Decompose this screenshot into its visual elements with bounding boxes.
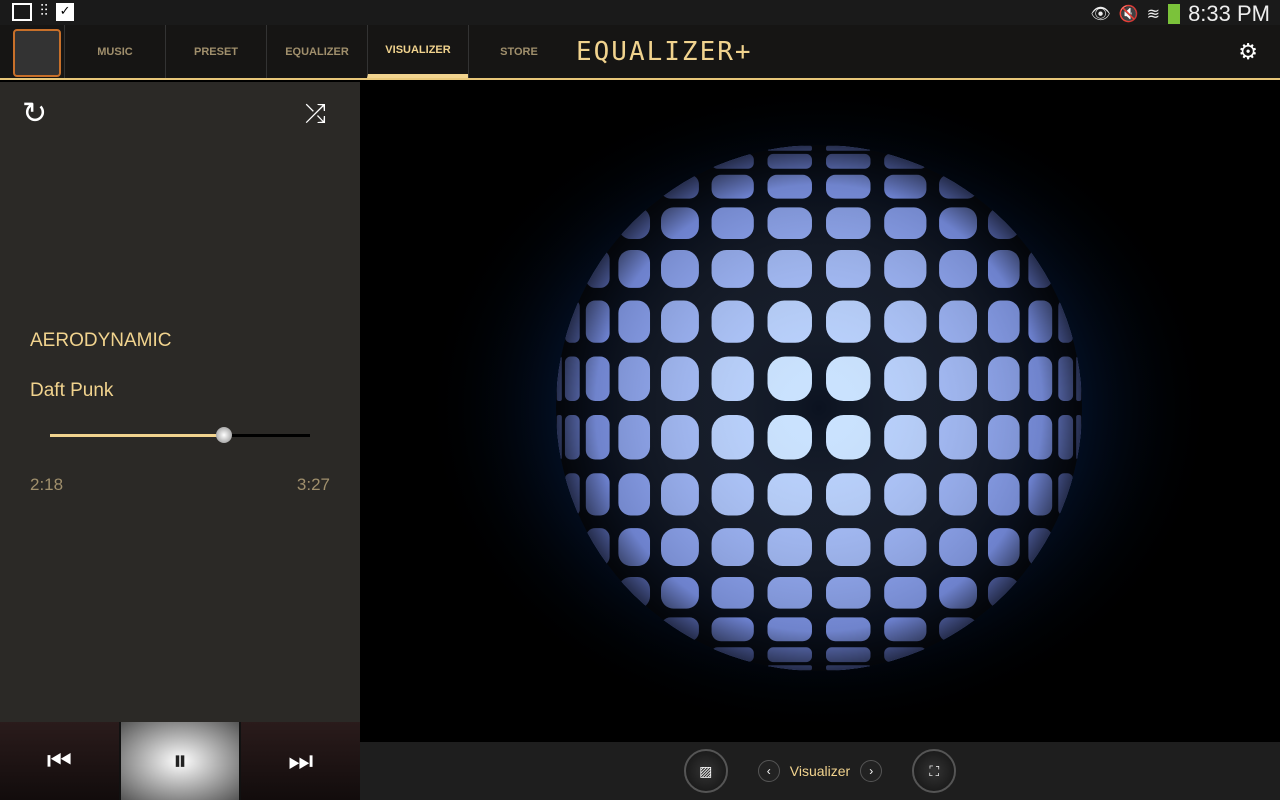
status-bar: ⫶⫶ ✓ 👁 🔇 ≋ 8:33 PM (0, 0, 1280, 26)
elapsed-time: 2:18 (30, 475, 64, 494)
sliders-icon: ⫶⫶ (40, 3, 49, 20)
tab-equalizer[interactable]: EQUALIZER (266, 25, 367, 78)
seek-fill (50, 434, 225, 437)
track-title: AERODYNAMIC (30, 330, 172, 351)
shopping-bag-icon: ✓ (56, 3, 75, 21)
tab-preset[interactable]: PRESET (165, 25, 266, 78)
sphere-cell (1076, 145, 1082, 151)
background-image-button[interactable]: ▨ (683, 749, 728, 793)
wifi-icon: ≋ (1146, 6, 1161, 23)
tab-music[interactable]: MUSIC (64, 25, 165, 78)
skip-previous-icon: ⏮ (46, 744, 72, 776)
seek-thumb[interactable] (216, 427, 233, 443)
eye-icon: 👁 (1090, 6, 1111, 23)
chevron-left-icon: ‹ (766, 764, 771, 778)
settings-gear-icon[interactable]: ⚙ (1238, 39, 1258, 65)
next-button[interactable]: ⏭ (241, 722, 361, 800)
previous-button[interactable]: ⏮ (0, 722, 119, 800)
player-panel: ↻ ⤮ AERODYNAMIC Daft Punk 2:18 3:27 (0, 82, 360, 722)
visualizer-canvas[interactable] (360, 82, 1280, 742)
track-artist: Daft Punk (30, 380, 114, 401)
pause-button[interactable]: ⏸ (120, 722, 240, 800)
tab-store[interactable]: STORE (468, 25, 569, 78)
mute-icon: 🔇 (1118, 6, 1139, 23)
chevron-right-icon: › (869, 764, 874, 778)
sphere-cell (1076, 665, 1082, 671)
previous-visualizer-button[interactable]: ‹ (757, 760, 780, 782)
fullscreen-button[interactable]: ⛶ (912, 749, 957, 793)
brand-logo: EQUALIZER+ (576, 37, 753, 67)
repeat-icon[interactable]: ↻ (22, 96, 47, 131)
image-icon: ▨ (699, 762, 713, 779)
app-logo[interactable] (13, 29, 61, 77)
shuffle-icon[interactable]: ⤮ (305, 98, 326, 130)
visualizer-toolbar: ▨ ‹ Visualizer › ⛶ (360, 742, 1280, 800)
sphere-visualization (419, 82, 1219, 738)
sphere-cell (556, 665, 562, 671)
sphere-cell (556, 145, 562, 151)
skip-next-icon: ⏭ (288, 744, 314, 776)
next-visualizer-button[interactable]: › (860, 760, 883, 782)
duration-time: 3:27 (296, 475, 330, 494)
image-icon (12, 3, 32, 21)
pause-icon: ⏸ (173, 744, 188, 776)
battery-icon (1168, 4, 1181, 24)
tab-visualizer[interactable]: VISUALIZER (367, 25, 468, 78)
seek-bar[interactable] (50, 427, 310, 443)
fullscreen-icon: ⛶ (929, 762, 940, 779)
top-nav: MUSIC PRESET EQUALIZER VISUALIZER STORE … (0, 25, 1280, 80)
visualizer-mode-label: Visualizer (789, 763, 851, 779)
clock: 8:33 PM (1188, 1, 1270, 26)
playback-controls: ⏮ ⏸ ⏭ (0, 722, 361, 800)
